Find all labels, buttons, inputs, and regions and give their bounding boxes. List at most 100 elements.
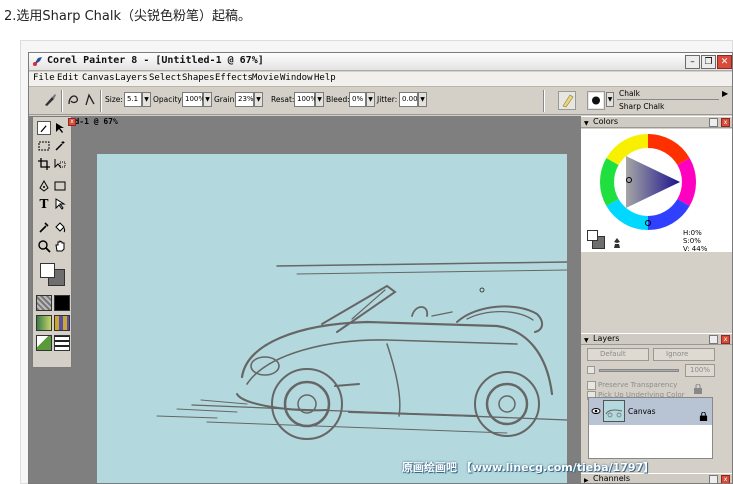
opacity-field[interactable]: 100% xyxy=(182,92,205,107)
clone-color-icon[interactable] xyxy=(611,237,623,249)
main-color-swatch[interactable] xyxy=(40,263,55,278)
minimize-button[interactable]: – xyxy=(685,55,700,69)
menu-canvas[interactable]: Canvas xyxy=(82,73,115,83)
straight-line-stroke-icon[interactable] xyxy=(83,92,97,108)
brush-tool-icon xyxy=(45,94,56,106)
text-tool-icon[interactable]: T xyxy=(37,197,51,211)
brush-icon[interactable] xyxy=(37,121,51,135)
chalk-icon xyxy=(562,94,574,108)
resat-field[interactable]: 100% xyxy=(294,92,317,107)
paper-selector-icon[interactable] xyxy=(36,295,52,311)
rectangular-selection-icon[interactable] xyxy=(37,139,51,153)
pen-icon[interactable] xyxy=(37,179,51,193)
separator xyxy=(100,90,102,112)
visibility-eye-icon[interactable] xyxy=(591,406,601,416)
menu-file[interactable]: File xyxy=(33,73,55,83)
weaving-selector-icon[interactable] xyxy=(54,315,70,331)
rectangle-shape-icon[interactable] xyxy=(53,179,67,193)
collapse-triangle-icon[interactable]: ▼ xyxy=(584,336,589,346)
channels-panel-close-button[interactable]: x xyxy=(721,475,730,483)
composite-method-select[interactable]: Default xyxy=(587,348,649,361)
tutorial-caption: 2.选用Sharp Chalk（尖锐色粉笔）起稿。 xyxy=(4,9,252,24)
brush-variant-dropdown[interactable]: ▼ xyxy=(606,92,614,107)
layer-name: Canvas xyxy=(628,407,656,416)
nozzle-selector-icon[interactable] xyxy=(36,335,52,351)
colors-panel-header[interactable]: ▼ Colors x xyxy=(581,116,732,129)
dropper-icon[interactable] xyxy=(37,220,51,234)
grain-dropdown[interactable]: ▼ xyxy=(254,92,263,107)
size-dropdown[interactable]: ▼ xyxy=(142,92,151,107)
bleed-field[interactable]: 0% xyxy=(349,92,366,107)
brush-category-button[interactable] xyxy=(558,91,576,110)
canvas[interactable] xyxy=(97,154,568,483)
layer-list: Canvas xyxy=(588,397,713,459)
screenshot-root: 2.选用Sharp Chalk（尖锐色粉笔）起稿。 Corel Painter … xyxy=(0,0,733,484)
menu-window[interactable]: Window xyxy=(280,73,313,83)
colors-panel-close-button[interactable]: x xyxy=(721,118,730,127)
menu-bar: File Edit Canvas Layers Select Shapes Ef… xyxy=(29,72,732,87)
menu-edit[interactable]: Edit xyxy=(57,73,79,83)
crop-icon[interactable] xyxy=(37,157,51,171)
close-button[interactable]: ✕ xyxy=(717,55,732,69)
menu-shapes[interactable]: Shapes xyxy=(182,73,215,83)
shape-selection-icon[interactable] xyxy=(53,197,67,211)
channels-panel-minimize-button[interactable] xyxy=(709,475,718,483)
grain-field[interactable]: 23% xyxy=(235,92,254,107)
opacity-dropdown[interactable]: ▼ xyxy=(203,92,212,107)
paint-bucket-icon[interactable] xyxy=(53,220,67,234)
size-field[interactable]: 5.1 xyxy=(124,92,142,107)
separator xyxy=(543,90,545,112)
main-color-chip[interactable] xyxy=(587,230,598,241)
magic-wand-icon[interactable] xyxy=(53,139,67,153)
menu-select[interactable]: Select xyxy=(149,73,182,83)
preserve-transparency-label: Preserve Transparency xyxy=(598,381,678,389)
window-title: Corel Painter 8 - [Untitled-1 @ 67%] xyxy=(47,55,264,66)
opacity-slider[interactable] xyxy=(599,369,679,372)
title-bar[interactable]: Corel Painter 8 - [Untitled-1 @ 67%] – ❐… xyxy=(29,53,732,71)
menu-layers[interactable]: Layers xyxy=(115,73,148,83)
layer-lock-icon[interactable] xyxy=(699,412,708,421)
layer-opacity-field[interactable]: 100% xyxy=(685,364,715,377)
brush-variant-button[interactable] xyxy=(587,91,605,110)
opacity-slider-left-icon[interactable] xyxy=(587,366,595,374)
brush-variant-name[interactable]: Sharp Chalk xyxy=(619,102,664,111)
look-selector-icon[interactable] xyxy=(54,335,70,351)
preserve-transparency-checkbox[interactable] xyxy=(587,381,596,390)
selection-adjuster-icon[interactable] xyxy=(53,157,67,171)
menu-effects[interactable]: Effects xyxy=(215,73,253,83)
composite-depth-select[interactable]: Ignore xyxy=(653,348,715,361)
menu-help[interactable]: Help xyxy=(314,73,336,83)
value-value: V: 44% xyxy=(683,245,708,253)
expand-triangle-icon[interactable]: ▶ xyxy=(584,476,589,483)
colors-panel-minimize-button[interactable] xyxy=(709,118,718,127)
restore-button[interactable]: ❐ xyxy=(701,55,716,69)
painter-app-icon xyxy=(33,57,42,66)
resat-dropdown[interactable]: ▼ xyxy=(315,92,324,107)
toolbox-close-button[interactable]: x xyxy=(68,118,76,126)
jitter-field[interactable]: 0.00 xyxy=(399,92,418,107)
pattern-selector-icon[interactable] xyxy=(36,315,52,331)
layer-row-canvas[interactable]: Canvas xyxy=(589,398,712,425)
layers-panel-close-button[interactable]: x xyxy=(721,335,730,344)
layers-panel-header[interactable]: ▼ Layers x xyxy=(581,333,732,346)
gradient-selector-icon[interactable] xyxy=(54,295,70,311)
collapse-triangle-icon[interactable]: ▼ xyxy=(584,119,589,129)
painter-window: Corel Painter 8 - [Untitled-1 @ 67%] – ❐… xyxy=(28,52,733,484)
jitter-dropdown[interactable]: ▼ xyxy=(418,92,427,107)
grabber-hand-icon[interactable] xyxy=(53,239,67,253)
jitter-label: Jitter: xyxy=(377,95,398,104)
color-wheel[interactable] xyxy=(598,132,698,232)
layer-adjuster-icon[interactable] xyxy=(53,121,67,135)
magnifier-icon[interactable] xyxy=(37,239,51,253)
sharp-chalk-dab-icon xyxy=(589,93,603,108)
layer-thumbnail xyxy=(603,400,625,422)
grain-label: Grain: xyxy=(214,95,237,104)
lock-icon[interactable] xyxy=(693,384,703,394)
size-label: Size: xyxy=(105,95,123,104)
bleed-dropdown[interactable]: ▼ xyxy=(366,92,375,107)
freehand-stroke-icon[interactable] xyxy=(67,92,81,108)
brush-category-name[interactable]: Chalk xyxy=(619,89,640,98)
menu-movie[interactable]: Movie xyxy=(252,73,279,83)
brush-selector-expand-icon[interactable]: ▶ xyxy=(722,89,728,98)
layers-panel-minimize-button[interactable] xyxy=(709,335,718,344)
